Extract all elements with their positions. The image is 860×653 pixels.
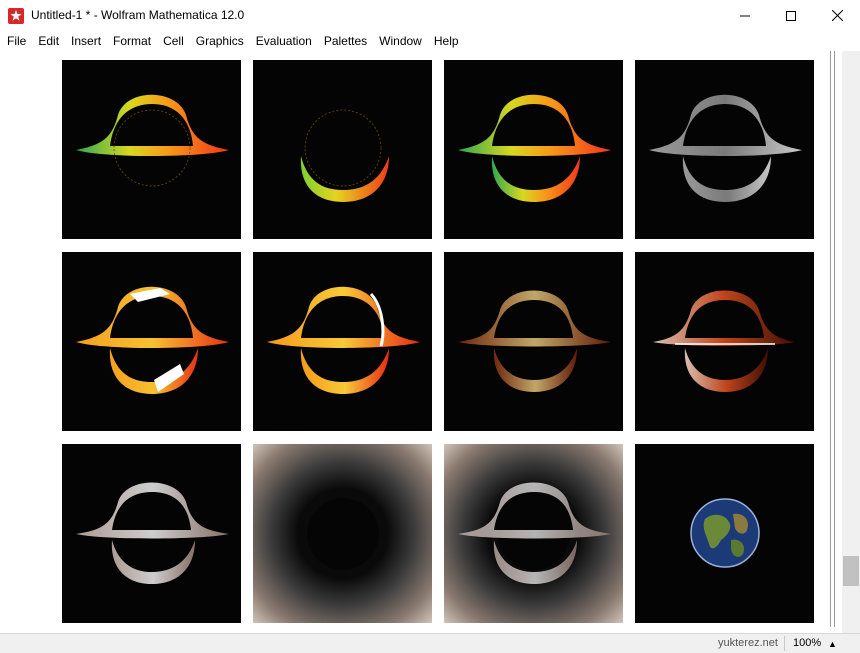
cell-group-bracket[interactable] (832, 51, 835, 627)
menu-file[interactable]: File (0, 31, 32, 51)
menu-cell[interactable]: Cell (157, 31, 190, 51)
black-hole-accretion-disk-grayscale (649, 94, 802, 202)
maximize-button[interactable] (768, 0, 814, 31)
graphic-tile-9[interactable] (62, 444, 241, 623)
graphic-tile-10[interactable] (253, 444, 432, 623)
black-hole-accretion-disk-orange (267, 286, 420, 394)
graphic-tile-7[interactable] (444, 252, 623, 431)
graphic-tile-8[interactable] (635, 252, 814, 431)
menu-palettes[interactable]: Palettes (318, 31, 373, 51)
mathematica-app-icon[interactable] (8, 8, 24, 24)
status-bar: yukterez.net 100% ▲ (0, 633, 860, 653)
menu-edit[interactable]: Edit (32, 31, 65, 51)
black-hole-accretion-disk-colored-full (458, 94, 611, 202)
watermark-text: yukterez.net (718, 637, 778, 649)
menu-insert[interactable]: Insert (65, 31, 107, 51)
window-title: Untitled-1 * - Wolfram Mathematica 12.0 (31, 8, 245, 22)
black-hole-accretion-disk-colored-top (76, 94, 229, 187)
black-hole-accretion-disk-glow (458, 290, 611, 392)
graphic-tile-11[interactable] (444, 444, 623, 623)
graphic-tile-1[interactable] (62, 60, 241, 239)
menu-evaluation[interactable]: Evaluation (250, 31, 318, 51)
menu-help[interactable]: Help (428, 31, 465, 51)
zoom-level[interactable]: 100% (793, 637, 821, 649)
zoom-up-arrow-icon[interactable]: ▲ (828, 639, 837, 649)
menu-window[interactable]: Window (373, 31, 428, 51)
vertical-scrollbar[interactable] (842, 51, 860, 633)
notebook-area[interactable] (0, 51, 860, 633)
minimize-button[interactable] (722, 0, 768, 31)
black-hole-accretion-disk-colored-bottom (300, 109, 389, 202)
graphic-tile-2[interactable] (253, 60, 432, 239)
graphic-tile-5[interactable] (62, 252, 241, 431)
menu-bar: File Edit Insert Format Cell Graphics Ev… (0, 31, 860, 52)
menu-graphics[interactable]: Graphics (190, 31, 250, 51)
cell-bracket[interactable] (826, 51, 831, 627)
maximize-icon (786, 10, 796, 21)
black-hole-accretion-disk-orange-striped (76, 286, 229, 394)
menu-format[interactable]: Format (107, 31, 157, 51)
earth-globe (690, 498, 760, 568)
title-bar: Untitled-1 * - Wolfram Mathematica 12.0 (0, 0, 860, 31)
minimize-icon (740, 15, 750, 16)
graphic-tile-12[interactable] (635, 444, 814, 623)
scrollbar-thumb[interactable] (843, 556, 859, 586)
black-hole-accretion-disk-bright-glow (653, 290, 795, 392)
graphic-tile-4[interactable] (635, 60, 814, 239)
status-divider (784, 636, 785, 651)
close-icon (831, 10, 843, 21)
black-hole-lensed-background (253, 444, 432, 623)
close-button[interactable] (814, 0, 860, 31)
black-hole-lensed-background-with-disk (444, 444, 623, 623)
graphic-tile-3[interactable] (444, 60, 623, 239)
graphic-tile-6[interactable] (253, 252, 432, 431)
black-hole-accretion-disk-textured (76, 482, 229, 584)
